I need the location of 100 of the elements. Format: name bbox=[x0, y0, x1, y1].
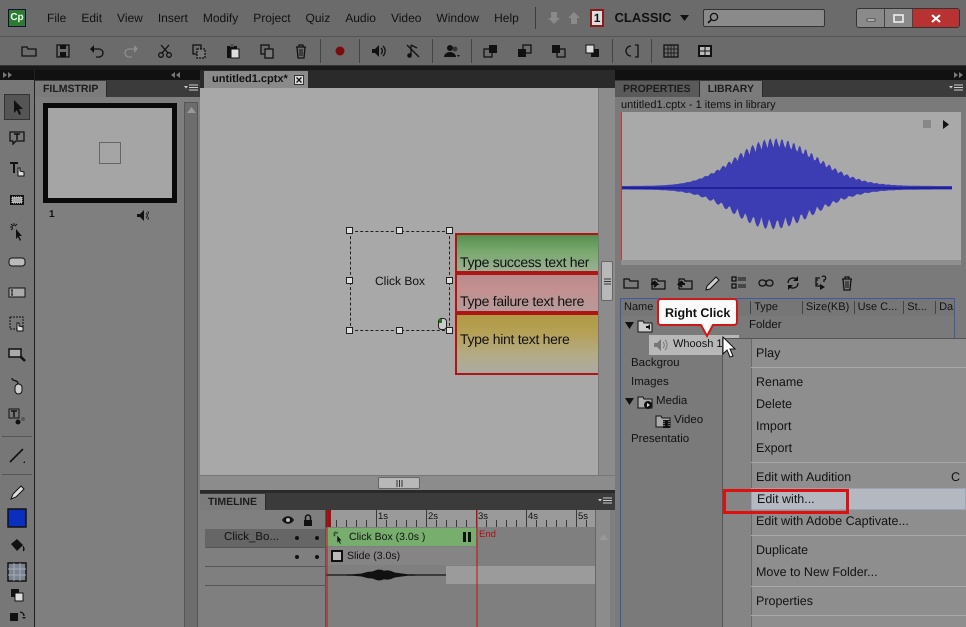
resize-handle[interactable] bbox=[446, 327, 453, 334]
visibility-dot[interactable] bbox=[295, 555, 299, 559]
expand-icon[interactable] bbox=[625, 398, 634, 406]
menu-item[interactable]: Move to New Folder... bbox=[751, 561, 966, 583]
resize-handle[interactable] bbox=[396, 327, 403, 334]
music-note-icon[interactable] bbox=[405, 43, 421, 59]
column-header[interactable]: Size(KB) bbox=[806, 301, 850, 314]
menu-item[interactable]: Edit with Adobe Captivate... bbox=[751, 510, 966, 532]
scissors-icon[interactable] bbox=[157, 43, 173, 59]
panel-tab[interactable]: TIMELINE bbox=[200, 494, 266, 510]
bracket-icon[interactable] bbox=[624, 43, 640, 59]
library-summary: untitled1.cptx - 1 items in library bbox=[620, 98, 777, 112]
layer-row[interactable]: Click_Bo... bbox=[205, 529, 325, 548]
tick-label: 4s bbox=[528, 511, 538, 522]
menu-item[interactable]: Help bbox=[487, 10, 527, 26]
column-header[interactable]: Use C... bbox=[858, 301, 898, 314]
people-icon[interactable] bbox=[444, 43, 460, 59]
item-name[interactable]: Backgrou bbox=[631, 356, 680, 370]
trash-icon[interactable] bbox=[839, 275, 855, 291]
menu-item[interactable]: Delete bbox=[751, 393, 966, 415]
panel-tab[interactable]: LIBRARY bbox=[700, 81, 763, 97]
list-icon[interactable] bbox=[731, 275, 747, 291]
menu-item[interactable]: Insert bbox=[150, 10, 196, 26]
scrollbar[interactable] bbox=[595, 510, 610, 627]
column-header[interactable]: Type bbox=[754, 301, 778, 314]
lock-dot[interactable] bbox=[315, 536, 319, 540]
menu-item[interactable]: Rename bbox=[751, 371, 966, 393]
close-button[interactable] bbox=[913, 9, 959, 27]
menu-item[interactable]: Properties bbox=[751, 590, 966, 612]
slide-thumbnail[interactable] bbox=[43, 103, 177, 203]
menu-item[interactable]: Export bbox=[751, 437, 966, 459]
column-header[interactable]: Da bbox=[939, 301, 954, 314]
panel-menu-icon[interactable] bbox=[598, 497, 612, 505]
workspace-label[interactable]: CLASSIC bbox=[614, 10, 672, 26]
pencil-icon[interactable] bbox=[704, 275, 720, 291]
duplicate-icon[interactable] bbox=[259, 43, 275, 59]
item-name[interactable]: Presentatio bbox=[631, 432, 690, 446]
copy-icon[interactable] bbox=[191, 43, 207, 59]
trash-icon[interactable] bbox=[293, 43, 309, 59]
resize-handle[interactable] bbox=[446, 277, 453, 284]
object-bar[interactable]: Click Box (3.0s ) bbox=[326, 528, 476, 546]
resize-handle[interactable] bbox=[346, 227, 353, 234]
menu-item[interactable]: Modify bbox=[196, 10, 246, 26]
clipboard-icon[interactable] bbox=[225, 43, 241, 59]
menu-item[interactable]: Project bbox=[246, 10, 299, 26]
resize-handle[interactable] bbox=[396, 227, 403, 234]
item-name[interactable]: Images bbox=[631, 376, 669, 390]
menu-item[interactable]: Duplicate bbox=[751, 539, 966, 561]
refresh-icon[interactable] bbox=[785, 275, 801, 291]
resize-handle[interactable] bbox=[446, 227, 453, 234]
menu-item[interactable]: Edit with Audition C bbox=[751, 466, 966, 488]
scrollbar[interactable] bbox=[598, 88, 615, 475]
caret-icon[interactable] bbox=[680, 15, 689, 21]
close-icon bbox=[931, 14, 941, 22]
visibility-dot[interactable] bbox=[295, 536, 299, 540]
menu-item[interactable]: Import bbox=[751, 415, 966, 437]
mouse-icon bbox=[438, 318, 447, 330]
save-icon[interactable] bbox=[55, 43, 71, 59]
tick-label: 3s bbox=[478, 511, 488, 522]
item-name[interactable]: Media bbox=[656, 394, 688, 408]
speaker-icon bbox=[653, 336, 669, 352]
panel-tab[interactable]: FILMSTRIP bbox=[35, 81, 108, 97]
menu-item[interactable]: View bbox=[110, 10, 151, 26]
menu-item[interactable]: Edit with... bbox=[751, 488, 966, 510]
column-header[interactable]: St... bbox=[907, 301, 927, 314]
document-tab[interactable]: untitled1.cptx* bbox=[204, 71, 308, 88]
grid-swatch-icon[interactable] bbox=[7, 562, 27, 582]
play-icon[interactable] bbox=[943, 120, 949, 129]
grid-icon[interactable] bbox=[697, 43, 713, 59]
resize-handle[interactable] bbox=[346, 277, 353, 284]
panel-menu-icon[interactable] bbox=[184, 84, 198, 92]
menu-item[interactable]: Window bbox=[429, 10, 488, 26]
stack-icon[interactable] bbox=[585, 43, 601, 59]
search-field[interactable] bbox=[702, 9, 825, 27]
expand-icon[interactable] bbox=[625, 322, 634, 330]
grip-icon bbox=[604, 278, 610, 284]
panel-tab[interactable]: PROPERTIES bbox=[615, 81, 700, 97]
menu-item[interactable]: Play bbox=[751, 342, 966, 364]
resize-handle[interactable] bbox=[346, 327, 353, 334]
item-name[interactable]: Video bbox=[674, 414, 704, 428]
column-header[interactable]: Name bbox=[624, 301, 654, 314]
menu-item[interactable]: Edit bbox=[74, 10, 110, 26]
menu-item[interactable]: Quiz bbox=[298, 10, 338, 26]
maximize-button[interactable] bbox=[885, 9, 913, 27]
menu-item[interactable]: File bbox=[40, 10, 74, 26]
app-logo: Cp bbox=[8, 9, 26, 27]
slide-bar[interactable]: Slide (3.0s) bbox=[326, 547, 476, 565]
color-swatch[interactable] bbox=[7, 508, 27, 528]
undo-icon[interactable] bbox=[89, 43, 105, 59]
scrollbar[interactable] bbox=[200, 475, 615, 490]
caption-box[interactable]: Type success text her bbox=[455, 233, 598, 273]
lock-dot[interactable] bbox=[315, 555, 319, 559]
caption-box[interactable]: Type hint text here bbox=[455, 313, 598, 375]
close-icon[interactable] bbox=[294, 74, 304, 84]
menu-item[interactable]: Video bbox=[384, 10, 430, 26]
menu-item[interactable]: Audio bbox=[338, 10, 384, 26]
caption-box[interactable]: Type failure text here bbox=[455, 273, 598, 313]
scrollbar[interactable] bbox=[184, 102, 198, 627]
speaker-icon[interactable] bbox=[371, 43, 387, 59]
panel-menu-icon[interactable] bbox=[949, 84, 963, 92]
